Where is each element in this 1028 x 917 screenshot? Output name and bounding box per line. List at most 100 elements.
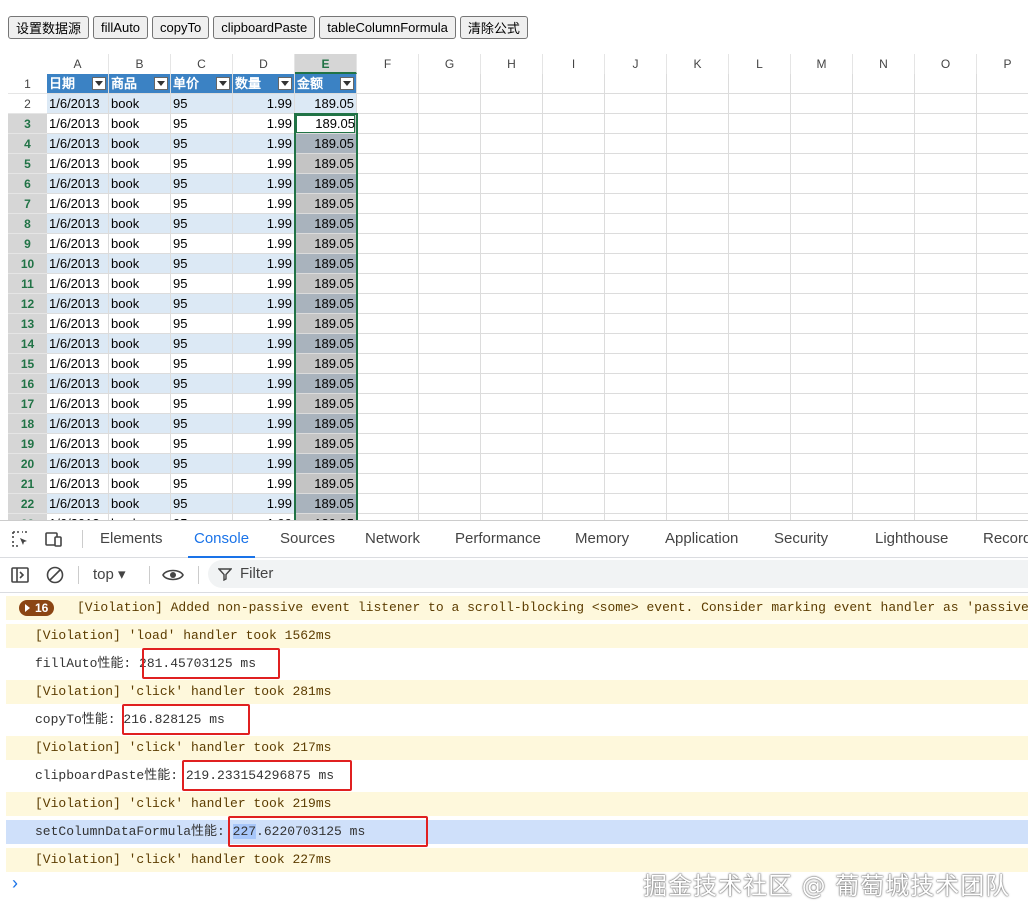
cell-F20[interactable] bbox=[357, 454, 419, 474]
cell-O14[interactable] bbox=[915, 334, 977, 354]
cell-O11[interactable] bbox=[915, 274, 977, 294]
cell-G3[interactable] bbox=[419, 114, 481, 134]
cell-I2[interactable] bbox=[543, 94, 605, 114]
cell-F10[interactable] bbox=[357, 254, 419, 274]
tab-performance[interactable]: Performance bbox=[455, 521, 541, 557]
cell-L16[interactable] bbox=[729, 374, 791, 394]
cell-M18[interactable] bbox=[791, 414, 853, 434]
filter-dropdown-icon[interactable] bbox=[92, 77, 106, 90]
cell-P3[interactable] bbox=[977, 114, 1028, 134]
tab-network[interactable]: Network bbox=[365, 521, 420, 557]
cell-O17[interactable] bbox=[915, 394, 977, 414]
live-expression-eye-icon[interactable] bbox=[161, 565, 185, 585]
cell-G17[interactable] bbox=[419, 394, 481, 414]
cell-P22[interactable] bbox=[977, 494, 1028, 514]
cell-C17[interactable]: 95 bbox=[171, 394, 233, 414]
cell-G6[interactable] bbox=[419, 174, 481, 194]
cell-P19[interactable] bbox=[977, 434, 1028, 454]
filter-dropdown-icon[interactable] bbox=[278, 77, 292, 90]
tab-memory[interactable]: Memory bbox=[575, 521, 629, 557]
cell-G12[interactable] bbox=[419, 294, 481, 314]
cell-O22[interactable] bbox=[915, 494, 977, 514]
cell-M9[interactable] bbox=[791, 234, 853, 254]
cell-C3[interactable]: 95 bbox=[171, 114, 233, 134]
cell-G16[interactable] bbox=[419, 374, 481, 394]
cell-F7[interactable] bbox=[357, 194, 419, 214]
column-header-N[interactable]: N bbox=[853, 54, 915, 74]
cell-E22[interactable]: 189.05 bbox=[295, 494, 357, 514]
cell-K21[interactable] bbox=[667, 474, 729, 494]
cell-F1[interactable] bbox=[357, 74, 419, 94]
cell-O3[interactable] bbox=[915, 114, 977, 134]
cell-D14[interactable]: 1.99 bbox=[233, 334, 295, 354]
cell-L22[interactable] bbox=[729, 494, 791, 514]
cell-P15[interactable] bbox=[977, 354, 1028, 374]
device-toolbar-icon[interactable] bbox=[44, 529, 64, 549]
cell-A6[interactable]: 1/6/2013 bbox=[47, 174, 109, 194]
cell-K19[interactable] bbox=[667, 434, 729, 454]
cell-J7[interactable] bbox=[605, 194, 667, 214]
cell-B2[interactable]: book bbox=[109, 94, 171, 114]
row-header-12[interactable]: 12 bbox=[8, 294, 47, 314]
clear-formula-button[interactable]: 清除公式 bbox=[459, 16, 528, 39]
cell-L13[interactable] bbox=[729, 314, 791, 334]
console-warning[interactable]: 16 [Violation] Added non-passive event li… bbox=[6, 596, 1028, 620]
cell-K9[interactable] bbox=[667, 234, 729, 254]
row-header-14[interactable]: 14 bbox=[8, 334, 47, 354]
cell-O18[interactable] bbox=[915, 414, 977, 434]
row-header-17[interactable]: 17 bbox=[8, 394, 47, 414]
cell-F4[interactable] bbox=[357, 134, 419, 154]
cell-F14[interactable] bbox=[357, 334, 419, 354]
cell-F22[interactable] bbox=[357, 494, 419, 514]
cell-J3[interactable] bbox=[605, 114, 667, 134]
row-header-16[interactable]: 16 bbox=[8, 374, 47, 394]
cell-N9[interactable] bbox=[853, 234, 915, 254]
cell-D17[interactable]: 1.99 bbox=[233, 394, 295, 414]
cell-B9[interactable]: book bbox=[109, 234, 171, 254]
tab-lighthouse[interactable]: Lighthouse bbox=[875, 521, 948, 557]
cell-K1[interactable] bbox=[667, 74, 729, 94]
cell-H6[interactable] bbox=[481, 174, 543, 194]
cell-A14[interactable]: 1/6/2013 bbox=[47, 334, 109, 354]
cell-P14[interactable] bbox=[977, 334, 1028, 354]
cell-M12[interactable] bbox=[791, 294, 853, 314]
cell-J21[interactable] bbox=[605, 474, 667, 494]
cell-K11[interactable] bbox=[667, 274, 729, 294]
filter-input[interactable]: Filter bbox=[208, 560, 1028, 588]
cell-G4[interactable] bbox=[419, 134, 481, 154]
fillauto-button[interactable]: fillAuto bbox=[93, 16, 149, 39]
cell-P11[interactable] bbox=[977, 274, 1028, 294]
cell-K17[interactable] bbox=[667, 394, 729, 414]
cell-J8[interactable] bbox=[605, 214, 667, 234]
table-column-formula-button[interactable]: tableColumnFormula bbox=[319, 16, 456, 39]
cell-A1[interactable]: 日期 bbox=[47, 74, 109, 94]
tab-console[interactable]: Console bbox=[187, 521, 256, 558]
cell-J5[interactable] bbox=[605, 154, 667, 174]
cell-B5[interactable]: book bbox=[109, 154, 171, 174]
console-prompt[interactable]: › bbox=[12, 873, 18, 894]
cell-K20[interactable] bbox=[667, 454, 729, 474]
row-header-19[interactable]: 19 bbox=[8, 434, 47, 454]
cell-H2[interactable] bbox=[481, 94, 543, 114]
cell-I8[interactable] bbox=[543, 214, 605, 234]
cell-E7[interactable]: 189.05 bbox=[295, 194, 357, 214]
cell-F17[interactable] bbox=[357, 394, 419, 414]
cell-I16[interactable] bbox=[543, 374, 605, 394]
row-header-8[interactable]: 8 bbox=[8, 214, 47, 234]
cell-A4[interactable]: 1/6/2013 bbox=[47, 134, 109, 154]
clear-console-icon[interactable] bbox=[45, 565, 65, 585]
cell-M7[interactable] bbox=[791, 194, 853, 214]
cell-I14[interactable] bbox=[543, 334, 605, 354]
cell-B3[interactable]: book bbox=[109, 114, 171, 134]
cell-C5[interactable]: 95 bbox=[171, 154, 233, 174]
cell-J19[interactable] bbox=[605, 434, 667, 454]
cell-E4[interactable]: 189.05 bbox=[295, 134, 357, 154]
tab-elements[interactable]: Elements bbox=[100, 521, 163, 557]
cell-P1[interactable] bbox=[977, 74, 1028, 94]
cell-N6[interactable] bbox=[853, 174, 915, 194]
cell-L2[interactable] bbox=[729, 94, 791, 114]
cell-N15[interactable] bbox=[853, 354, 915, 374]
filter-dropdown-icon[interactable] bbox=[154, 77, 168, 90]
cell-J6[interactable] bbox=[605, 174, 667, 194]
cell-M6[interactable] bbox=[791, 174, 853, 194]
